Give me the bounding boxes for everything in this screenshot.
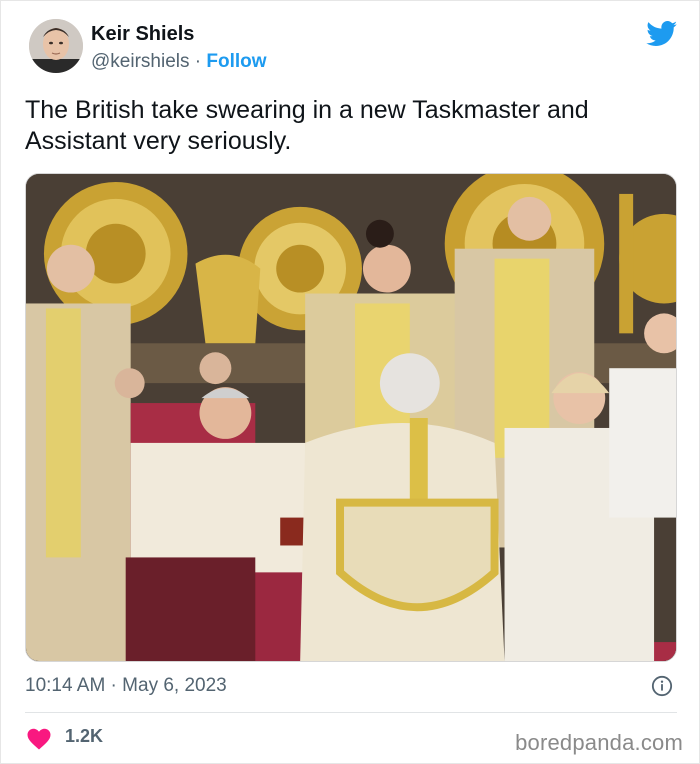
avatar[interactable]	[29, 19, 83, 73]
twitter-bird-icon[interactable]	[646, 21, 678, 47]
handle-separator: ·	[189, 51, 207, 72]
like-count[interactable]: 1.2K	[65, 726, 103, 747]
tweet-text: The British take swearing in a new Taskm…	[25, 96, 589, 155]
handle-row: @keirshiels · Follow	[91, 51, 267, 73]
timestamp-separator: ·	[105, 675, 123, 696]
tweet-card: Keir Shiels @keirshiels · Follow The Bri…	[0, 0, 700, 764]
author-name[interactable]: Keir Shiels	[91, 23, 194, 46]
author-handle[interactable]: @keirshiels	[91, 51, 189, 72]
heart-icon[interactable]	[27, 728, 51, 750]
divider	[25, 712, 677, 713]
tweet-timestamp[interactable]: 10:14 AM · May 6, 2023	[25, 675, 227, 697]
tweet-date: May 6, 2023	[122, 675, 227, 696]
info-icon[interactable]	[651, 675, 673, 697]
tweet-time: 10:14 AM	[25, 675, 106, 696]
follow-button[interactable]: Follow	[206, 51, 266, 72]
avatar-image	[29, 19, 83, 73]
source-watermark: boredpanda.com	[515, 730, 683, 755]
tweet-photo[interactable]	[25, 173, 677, 662]
coronation-photo	[26, 174, 676, 661]
